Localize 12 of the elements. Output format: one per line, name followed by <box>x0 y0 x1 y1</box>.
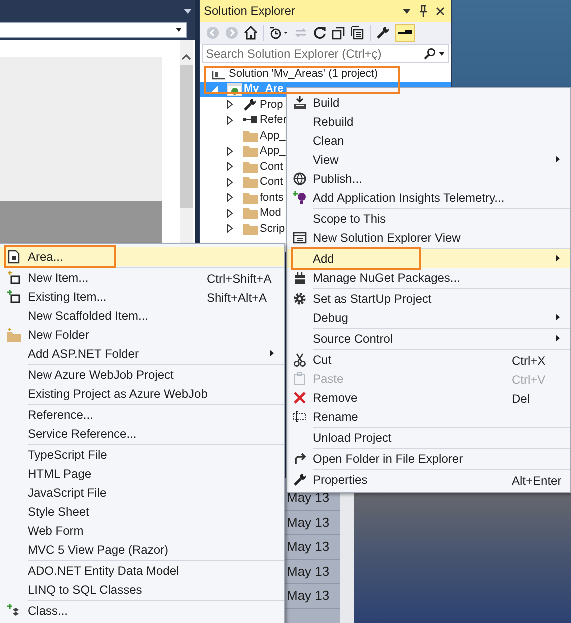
date-text: May 13 <box>287 562 330 581</box>
date-text: May 13 <box>287 538 330 556</box>
date-text: May 13 <box>287 514 330 532</box>
shortcut-text: Ctrl+Shift+A <box>207 271 272 288</box>
shortcut-text: Alt+Enter <box>512 473 562 490</box>
shortcut-text: Del <box>512 391 530 408</box>
shortcut-text: Ctrl+V <box>512 372 546 389</box>
shortcut-text: Ctrl+X <box>512 353 546 370</box>
panel-title: Solution Explorer <box>204 3 296 20</box>
date-text: May 13 <box>287 587 330 605</box>
shortcut-text: Shift+Alt+A <box>207 290 268 307</box>
date-text: May 13 <box>287 489 330 507</box>
